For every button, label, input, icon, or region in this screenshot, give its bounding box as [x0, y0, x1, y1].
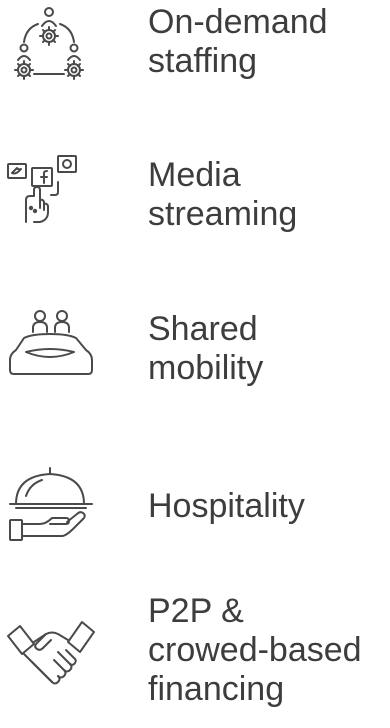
item-label: On-demand staffing	[148, 3, 328, 80]
shared-car-icon	[2, 302, 100, 382]
item-label: P2P & crowed-based financing	[148, 592, 362, 708]
item-label: Media streaming	[148, 156, 298, 233]
serving-cloche-icon	[2, 464, 100, 544]
item-label: Hospitality	[148, 487, 305, 525]
service-list: On-demand staffing Media streaming Share…	[0, 0, 390, 728]
staffing-network-icon	[2, 4, 100, 84]
item-label: Shared mobility	[148, 310, 264, 387]
handshake-icon	[2, 612, 100, 692]
social-media-streaming-icon	[2, 152, 100, 232]
